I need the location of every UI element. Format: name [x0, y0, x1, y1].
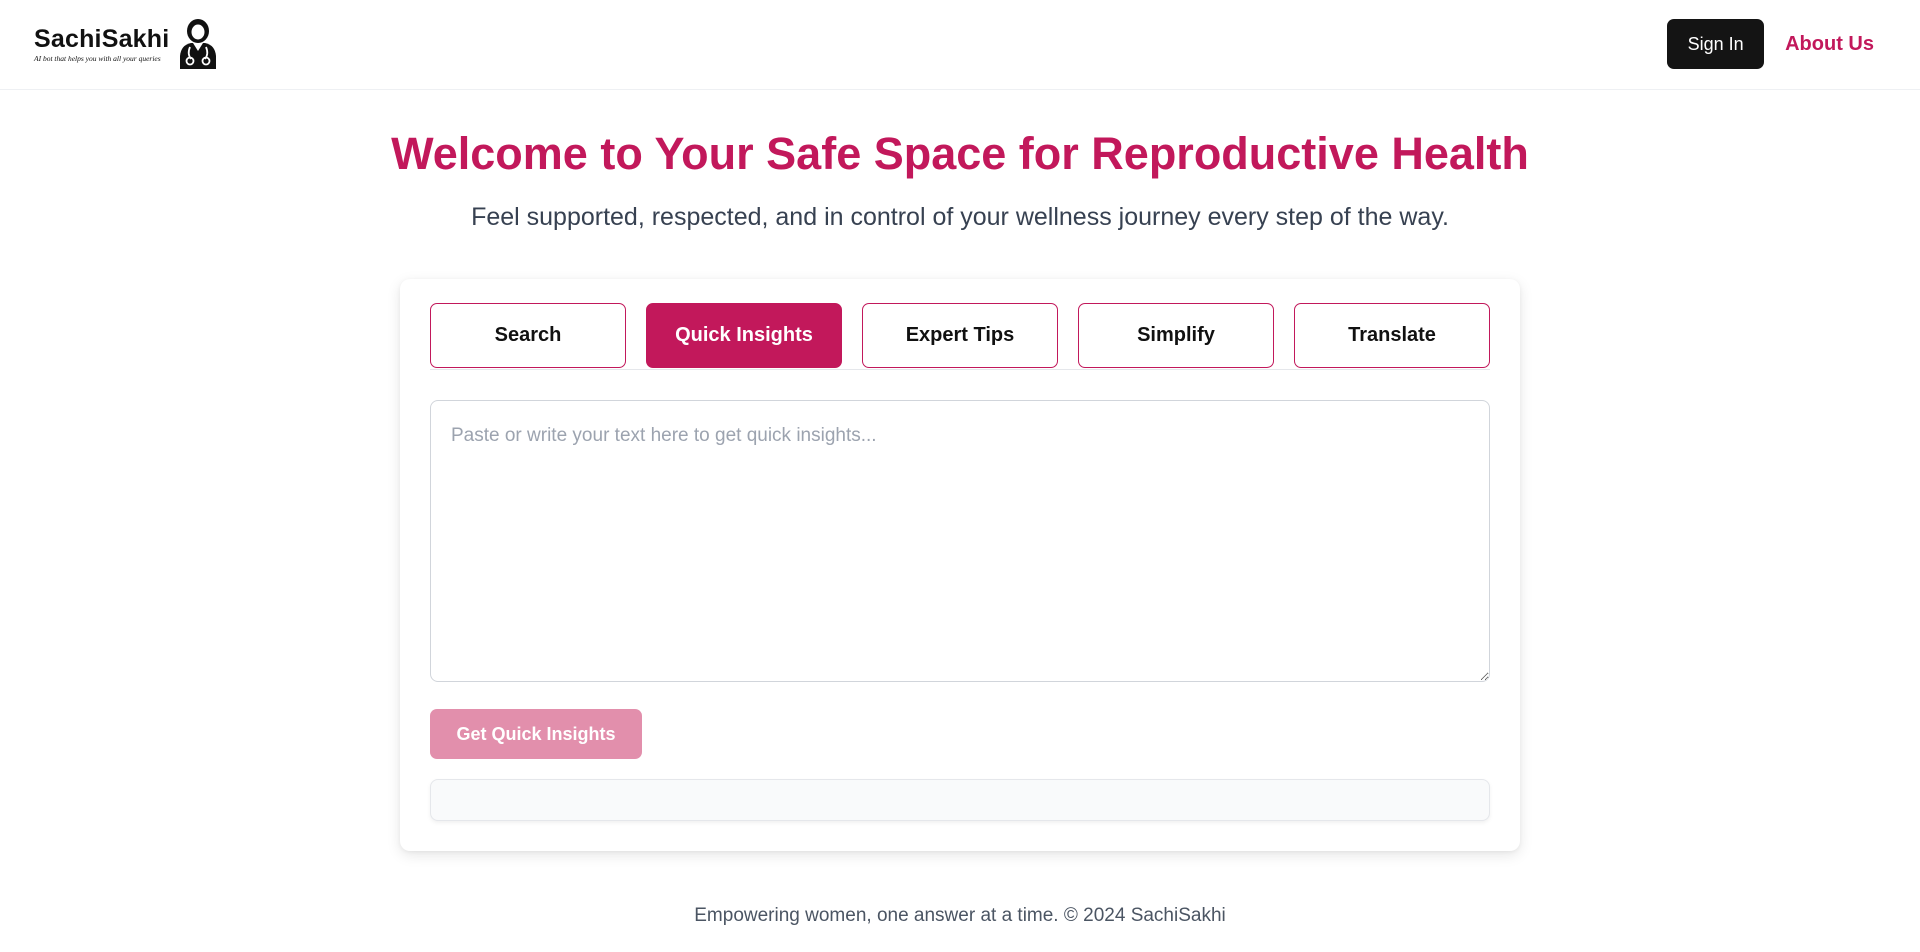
footer-text: Empowering women, one answer at a time. …: [694, 905, 1226, 926]
get-quick-insights-button[interactable]: Get Quick Insights: [430, 709, 642, 759]
tab-translate[interactable]: Translate: [1294, 303, 1490, 368]
brand[interactable]: SachiSakhi AI bot that helps you with al…: [34, 16, 219, 72]
tab-expert-tips[interactable]: Expert Tips: [862, 303, 1058, 368]
tab-quick-insights[interactable]: Quick Insights: [646, 303, 842, 368]
woman-doctor-icon: [180, 19, 217, 69]
site-header: SachiSakhi AI bot that helps you with al…: [0, 0, 1920, 90]
brand-tagline: AI bot that helps you with all your quer…: [34, 54, 161, 63]
brand-name: SachiSakhi: [34, 25, 170, 53]
page-subtitle: Feel supported, respected, and in contro…: [471, 203, 1449, 231]
sign-in-button[interactable]: Sign In: [1667, 19, 1765, 69]
brand-text: SachiSakhi AI bot that helps you with al…: [34, 25, 169, 63]
result-output: [430, 779, 1490, 821]
about-us-link[interactable]: About Us: [1785, 33, 1874, 56]
tab-search[interactable]: Search: [430, 303, 626, 368]
page-title: Welcome to Your Safe Space for Reproduct…: [391, 128, 1529, 179]
tool-card: Search Quick Insights Expert Tips Simpli…: [400, 279, 1520, 851]
header-nav: Sign In About Us: [1667, 19, 1874, 69]
tool-tabs: Search Quick Insights Expert Tips Simpli…: [430, 303, 1490, 370]
insights-text-input[interactable]: [430, 400, 1490, 682]
tab-simplify[interactable]: Simplify: [1078, 303, 1274, 368]
